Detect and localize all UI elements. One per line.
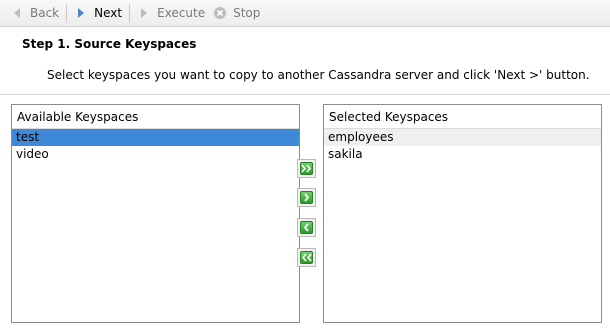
next-label: Next: [94, 6, 123, 20]
chevron-right-icon: [304, 193, 310, 202]
header-divider: [0, 94, 610, 95]
list-item[interactable]: sakila: [324, 146, 601, 163]
wizard-toolbar: Back Next Execute Stop: [0, 0, 610, 27]
back-label: Back: [30, 6, 60, 20]
selected-keyspaces-list[interactable]: Selected Keyspaces employees sakila: [323, 104, 602, 323]
stop-label: Stop: [233, 6, 261, 20]
back-arrow-icon: [14, 8, 20, 18]
list-item[interactable]: test: [12, 129, 299, 146]
execute-label: Execute: [157, 6, 206, 20]
move-right-button[interactable]: [297, 188, 316, 207]
toolbar-separator: [129, 4, 131, 22]
available-keyspaces-list[interactable]: Available Keyspaces test video: [11, 104, 300, 323]
stop-icon: [214, 7, 227, 19]
move-left-button[interactable]: [297, 218, 316, 237]
stop-button[interactable]: Stop: [209, 2, 264, 24]
execute-arrow-icon: [141, 8, 148, 18]
double-chevron-left-icon: [301, 253, 312, 262]
list-item[interactable]: employees: [324, 129, 601, 146]
back-button[interactable]: Back: [6, 2, 63, 24]
next-button[interactable]: Next: [70, 2, 126, 24]
list-item[interactable]: video: [12, 146, 299, 163]
chevron-left-icon: [303, 223, 309, 232]
move-all-left-button[interactable]: [297, 248, 316, 267]
move-all-right-button[interactable]: [297, 159, 316, 178]
next-arrow-icon: [78, 8, 85, 18]
execute-button[interactable]: Execute: [133, 2, 209, 24]
selected-keyspaces-header: Selected Keyspaces: [324, 105, 601, 129]
toolbar-separator: [66, 4, 68, 22]
available-keyspaces-header: Available Keyspaces: [12, 105, 299, 129]
double-chevron-right-icon: [301, 164, 312, 173]
step-description: Select keyspaces you want to copy to ano…: [47, 68, 590, 82]
step-title: Step 1. Source Keyspaces: [22, 37, 197, 51]
